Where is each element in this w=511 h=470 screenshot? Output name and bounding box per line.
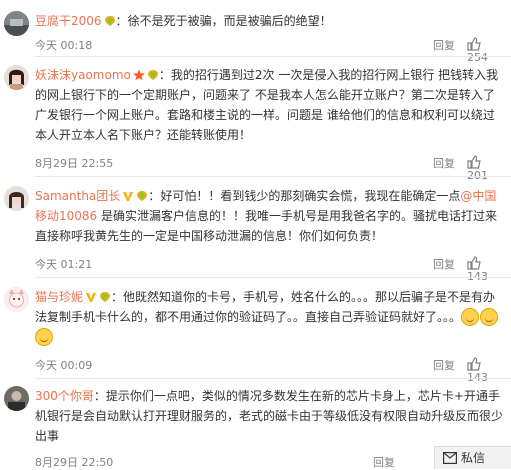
private-message-button[interactable]: 私信	[434, 446, 511, 469]
thumbs-up-icon	[467, 37, 481, 51]
comment-text: 300个你哥：提示你们一点吧，类似的情况多数发生在新的芯片卡身上，芯片卡+开通手…	[35, 386, 503, 446]
comment-meta: 今天 00:18 回复 254	[35, 37, 503, 64]
reply-button[interactable]: 回复	[433, 357, 455, 373]
comment-meta: 今天 00:09 回复 143	[35, 357, 503, 384]
comment-username[interactable]: 妖沫沫yaomomo	[35, 68, 131, 82]
comment-content: 徐不是死于被骗，而是被骗后的绝望！	[127, 14, 332, 28]
rainbow-badge-icon	[100, 292, 111, 302]
sad-face-emoji-icon	[480, 308, 499, 326]
comment-text: 猫与珍妮 ：他既然知道你的卡号，手机号，姓名什么的。。。那以后骗子是不是有办法复制…	[35, 287, 503, 347]
rainbow-badge-icon	[147, 70, 158, 80]
like-button[interactable]: 143	[467, 357, 503, 384]
thumbs-up-icon	[467, 256, 481, 270]
like-count: 254	[467, 51, 488, 64]
like-button[interactable]: 254	[467, 37, 503, 64]
comment-text: Samantha团长 ：好可怕！！看到钱少的那刻确实会慌，我现在能确定一点@中国移…	[35, 186, 503, 246]
comment-time: 今天 00:09	[35, 359, 93, 372]
comment-username[interactable]: 豆腐干2006	[35, 14, 102, 28]
divider	[35, 277, 511, 278]
thumbs-up-icon	[467, 357, 481, 371]
comment-meta: 8月29日 22:55 回复 201	[35, 155, 503, 182]
reply-button[interactable]: 回复	[433, 155, 455, 171]
colon: ：	[158, 68, 171, 82]
comment-time: 8月29日 22:50	[35, 456, 114, 469]
avatar[interactable]	[4, 186, 29, 211]
comment-item: 妖沫沫yaomomo ：我的招行遇到过2次 一次是侵入我的招行网上银行 把钱转入我…	[0, 65, 511, 182]
comment-time: 今天 01:21	[35, 258, 93, 271]
like-button[interactable]: 201	[467, 155, 503, 182]
reply-button[interactable]: 回复	[433, 37, 455, 53]
like-button[interactable]: 143	[467, 256, 503, 283]
comment-text: 妖沫沫yaomomo ：我的招行遇到过2次 一次是侵入我的招行网上银行 把钱转入我…	[35, 65, 503, 145]
avatar[interactable]	[4, 65, 29, 90]
comment-item: 猫与珍妮 ：他既然知道你的卡号，手机号，姓名什么的。。。那以后骗子是不是有办法复制…	[0, 287, 511, 384]
comment-username[interactable]: Samantha团长	[35, 189, 120, 203]
divider	[35, 378, 511, 379]
colon: ：	[115, 14, 128, 28]
envelope-icon	[443, 452, 457, 464]
divider	[35, 176, 511, 177]
comment-text: 豆腐干2006 ：徐不是死于被骗，而是被骗后的绝望！	[35, 11, 503, 31]
colon: ：	[148, 189, 161, 203]
comment-meta: 8月29日 22:50 回复	[35, 454, 503, 470]
verified-v-icon	[86, 293, 97, 302]
comment-content: 提示你们一点吧，类似的情况多数发生在新的芯片卡身上，芯片卡+开通手机银行是会自动…	[35, 389, 504, 443]
comment-time: 8月29日 22:55	[35, 157, 114, 170]
thumbs-up-icon	[467, 155, 481, 169]
avatar[interactable]	[4, 287, 29, 312]
verified-v-icon	[123, 192, 134, 201]
sad-face-emoji-icon	[35, 328, 53, 346]
colon: ：	[93, 389, 106, 403]
comment-item: 豆腐干2006 ：徐不是死于被骗，而是被骗后的绝望！ 今天 00:18 回复 25…	[0, 11, 511, 64]
comment-item: Samantha团长 ：好可怕！！看到钱少的那刻确实会慌，我现在能确定一点@中国移…	[0, 186, 511, 283]
rainbow-badge-icon	[104, 16, 115, 26]
divider	[35, 56, 511, 57]
sad-face-emoji-icon	[461, 308, 480, 326]
avatar[interactable]	[4, 386, 29, 411]
colon: ：	[111, 290, 124, 304]
comment-meta: 今天 01:21 回复 143	[35, 256, 503, 283]
private-message-label: 私信	[461, 451, 486, 465]
comment-time: 今天 00:18	[35, 39, 93, 52]
comment-content: 好可怕！！看到钱少的那刻确实会慌，我现在能确定一点	[160, 189, 461, 203]
star-badge-icon	[133, 69, 145, 81]
comment-username[interactable]: 300个你哥	[35, 389, 94, 403]
comment-content: 是确实泄漏客户信息的！！我唯一手机号是用我爸名字的。骚扰电话打过来直接称呼我黄先…	[35, 209, 498, 243]
rainbow-badge-icon	[137, 191, 148, 201]
avatar[interactable]	[4, 11, 29, 36]
comment-username[interactable]: 猫与珍妮	[35, 290, 83, 304]
reply-button[interactable]: 回复	[433, 256, 455, 272]
reply-button[interactable]: 回复	[373, 454, 395, 470]
